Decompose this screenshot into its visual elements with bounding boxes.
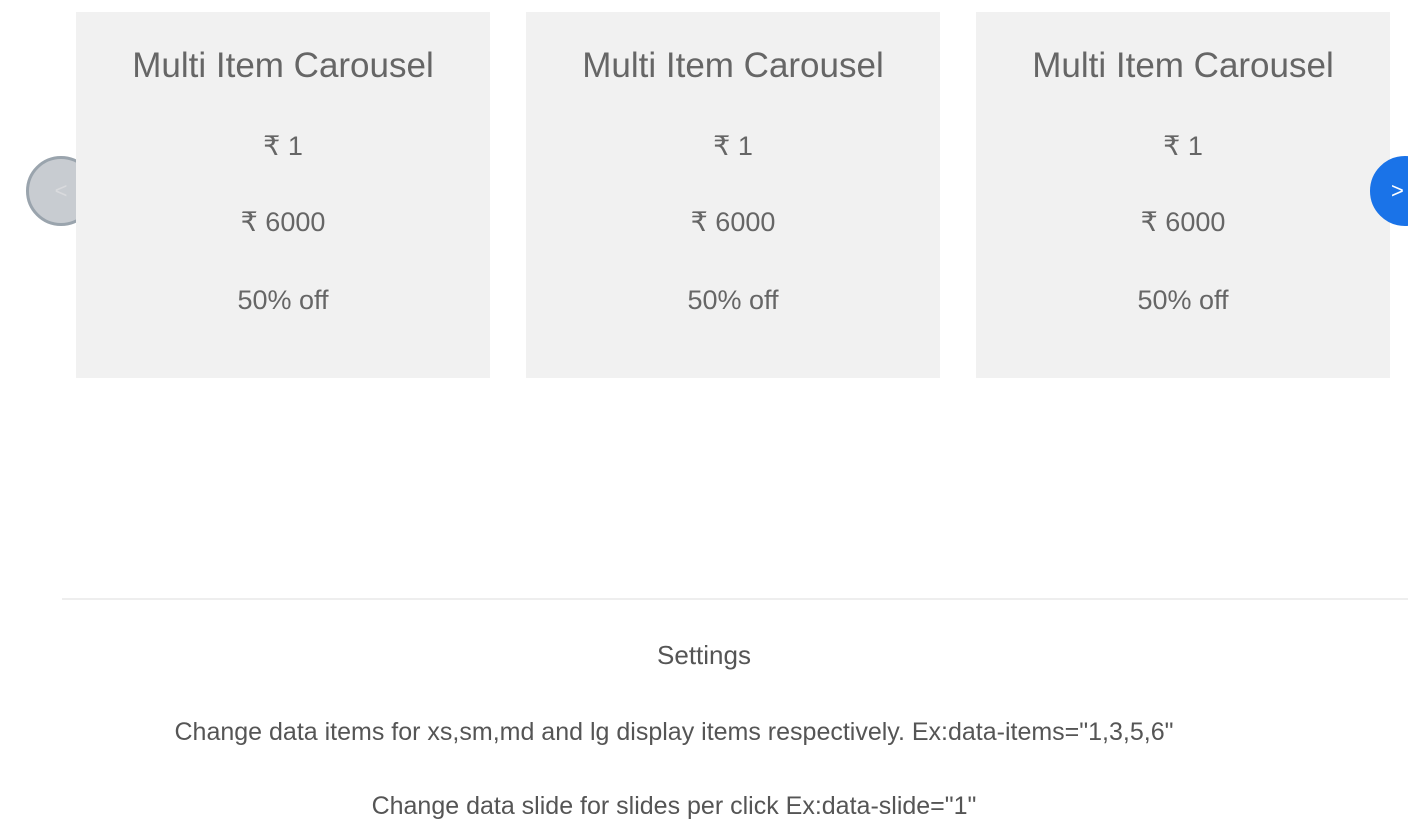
- card-mrp: ₹ 6000: [240, 207, 326, 237]
- card-title: Multi Item Carousel: [1032, 46, 1334, 85]
- settings-title: Settings: [657, 640, 751, 670]
- carousel-card: Multi Item Carousel ₹ 1 ₹ 6000 50% off: [976, 12, 1390, 378]
- page: < Multi Item Carousel ₹ 1 ₹ 6000 50% off…: [0, 0, 1408, 832]
- card-mrp: ₹ 6000: [690, 207, 776, 237]
- settings-items-note: Change data items for xs,sm,md and lg di…: [174, 718, 1174, 746]
- card-discount: 50% off: [237, 285, 329, 315]
- card-discount: 50% off: [687, 285, 779, 315]
- card-discount: 50% off: [1137, 285, 1229, 315]
- settings-slide-note: Change data slide for slides per click E…: [371, 792, 977, 820]
- card-mrp: ₹ 6000: [1140, 207, 1226, 237]
- carousel-card: Multi Item Carousel ₹ 1 ₹ 6000 50% off: [526, 12, 940, 378]
- carousel-card: Multi Item Carousel ₹ 1 ₹ 6000 50% off: [76, 12, 490, 378]
- card-title: Multi Item Carousel: [132, 46, 434, 85]
- section-divider: [62, 598, 1408, 600]
- chevron-left-icon: <: [54, 178, 68, 203]
- card-price: ₹ 1: [263, 131, 303, 161]
- card-price: ₹ 1: [713, 131, 753, 161]
- card-title: Multi Item Carousel: [582, 46, 884, 85]
- chevron-right-icon: >: [1391, 178, 1404, 203]
- card-price: ₹ 1: [1163, 131, 1203, 161]
